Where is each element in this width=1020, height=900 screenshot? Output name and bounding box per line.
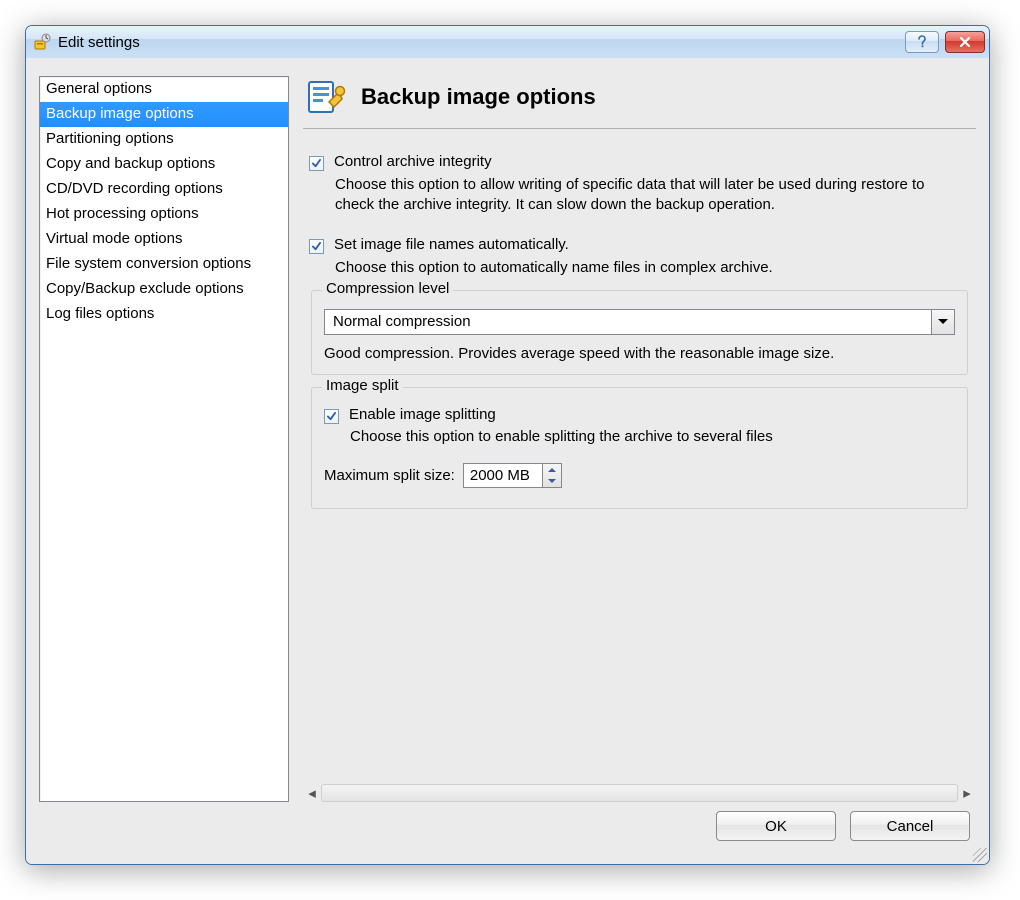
titlebar: Edit settings — [26, 26, 989, 59]
settings-window: Edit settings General options Bac — [25, 25, 990, 865]
desc-compression-level: Good compression. Provides average speed… — [324, 345, 955, 362]
close-button[interactable] — [945, 31, 985, 53]
scroll-track[interactable] — [321, 784, 958, 802]
app-icon — [34, 33, 52, 51]
chevron-down-icon — [548, 479, 556, 483]
combo-compression-level[interactable]: Normal compression — [324, 309, 955, 335]
group-compression-level: Compression level Normal compression Goo… — [311, 290, 968, 375]
sidebar-item-partitioning-options[interactable]: Partitioning options — [40, 127, 288, 152]
spin-down-button[interactable] — [543, 475, 561, 487]
sidebar-item-backup-image-options[interactable]: Backup image options — [40, 102, 288, 127]
sidebar-item-virtual-mode-options[interactable]: Virtual mode options — [40, 227, 288, 252]
label-control-archive-integrity: Control archive integrity — [334, 153, 492, 170]
spinner-max-split-size[interactable] — [463, 463, 562, 488]
sidebar-item-copy-backup-exclude-options[interactable]: Copy/Backup exclude options — [40, 277, 288, 302]
sidebar-item-cd-dvd-recording-options[interactable]: CD/DVD recording options — [40, 177, 288, 202]
scroll-right-button[interactable]: ▸ — [958, 784, 976, 802]
label-enable-image-splitting: Enable image splitting — [349, 406, 496, 423]
desc-control-archive-integrity: Choose this option to allow writing of s… — [335, 175, 945, 216]
sidebar-item-fs-conversion-options[interactable]: File system conversion options — [40, 252, 288, 277]
label-max-split-size: Maximum split size: — [324, 467, 455, 484]
sidebar-item-copy-backup-options[interactable]: Copy and backup options — [40, 152, 288, 177]
help-button[interactable] — [905, 31, 939, 53]
legend-image-split: Image split — [322, 377, 403, 394]
horizontal-scrollbar[interactable]: ◂ ▸ — [303, 784, 976, 802]
page-title: Backup image options — [361, 84, 596, 110]
sidebar-item-log-files-options[interactable]: Log files options — [40, 302, 288, 327]
sidebar-item-general-options[interactable]: General options — [40, 77, 288, 102]
group-image-split: Image split Enable image splitting Choos… — [311, 387, 968, 509]
desc-auto-filenames: Choose this option to automatically name… — [335, 258, 945, 278]
input-max-split-size[interactable] — [463, 463, 543, 488]
label-auto-filenames: Set image file names automatically. — [334, 236, 569, 253]
backup-image-icon — [305, 76, 347, 118]
page-header: Backup image options — [303, 76, 976, 129]
legend-compression-level: Compression level — [322, 280, 453, 297]
window-title: Edit settings — [58, 34, 905, 51]
desc-enable-image-splitting: Choose this option to enable splitting t… — [350, 428, 955, 445]
dialog-footer: OK Cancel — [39, 802, 976, 850]
checkbox-control-archive-integrity[interactable] — [309, 156, 324, 171]
scroll-left-button[interactable]: ◂ — [303, 784, 321, 802]
client-area: General options Backup image options Par… — [26, 58, 989, 864]
main-pane: Backup image options Control archive int… — [303, 76, 976, 802]
combo-dropdown-button[interactable] — [931, 310, 954, 334]
resize-grip[interactable] — [973, 848, 987, 862]
chevron-down-icon — [938, 319, 948, 324]
spin-up-button[interactable] — [543, 464, 561, 476]
options-list[interactable]: General options Backup image options Par… — [39, 76, 289, 802]
sidebar-item-hot-processing-options[interactable]: Hot processing options — [40, 202, 288, 227]
checkbox-enable-image-splitting[interactable] — [324, 409, 339, 424]
combo-compression-value: Normal compression — [325, 313, 931, 330]
chevron-up-icon — [548, 468, 556, 472]
ok-button[interactable]: OK — [716, 811, 836, 841]
checkbox-auto-filenames[interactable] — [309, 239, 324, 254]
cancel-button[interactable]: Cancel — [850, 811, 970, 841]
